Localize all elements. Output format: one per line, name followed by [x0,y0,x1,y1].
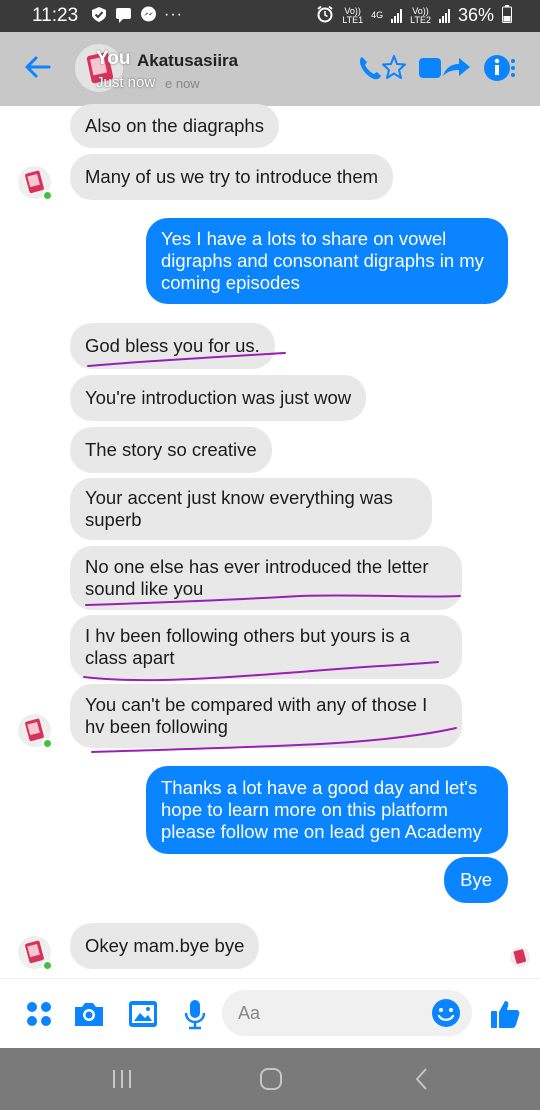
message-text: Thanks a lot have a good day and let's h… [161,777,482,842]
share-arrow-icon [443,58,470,76]
back-chevron-icon [415,1068,427,1090]
online-indicator [42,738,53,749]
battery-percent: 36% [457,5,494,25]
more-notifications-icon: ··· [164,5,183,23]
system-navigation-bar [0,1048,540,1110]
conversation-header: Akatusasiira You e now Just now [0,32,540,106]
favorite-button[interactable] [380,52,408,84]
camera-icon [75,1003,103,1026]
status-time: 11:23 [32,5,79,26]
sender-avatar[interactable] [18,714,53,749]
message-text: Yes I have a lots to share on vowel digr… [161,228,484,293]
message-input-placeholder: Aa [238,1003,261,1023]
message-text: No one else has ever introduced the lett… [85,556,429,599]
microphone-icon [184,1000,206,1030]
network-type: 4G [371,10,384,20]
message-bubble[interactable]: Also on the diagraphs [70,104,279,148]
info-icon [484,55,515,81]
camera-button[interactable] [72,997,106,1031]
message-text: Many of us we try to introduce them [85,166,379,187]
shield-check-icon [90,6,107,23]
message-text: The story so creative [85,439,257,460]
message-bubble[interactable]: Many of us we try to introduce them [70,154,394,200]
grid-dots-icon [27,1002,51,1026]
message-icon [115,6,132,23]
message-bubble[interactable]: No one else has ever introduced the lett… [70,546,462,610]
message-bubble[interactable]: Your accent just know everything was sup… [70,478,432,540]
message-text: You're introduction was just wow [85,387,352,408]
message-bubble-outgoing[interactable]: Yes I have a lots to share on vowel digr… [146,218,508,304]
thumbs-up-icon [491,1001,520,1028]
info-button[interactable] [482,52,518,84]
sim1-label: LTE1 [342,14,364,25]
message-bubble[interactable]: God bless you for us. [70,323,275,369]
message-text: Bye [460,869,492,890]
message-composer: Aa [0,978,540,1048]
sender-avatar[interactable] [18,166,53,201]
message-bubble[interactable]: Okey mam.bye bye [70,923,260,969]
notification-icons: ··· [90,6,182,23]
back-arrow-icon [25,56,51,78]
voice-record-button[interactable] [178,997,212,1031]
battery-icon [502,5,512,26]
more-apps-button[interactable] [22,997,56,1031]
message-bubble[interactable]: You're introduction was just wow [70,375,367,421]
message-text: Okey mam.bye bye [85,935,245,956]
recent-apps-button[interactable] [107,1066,137,1092]
online-indicator [42,960,53,971]
message-bubble[interactable]: You can't be compared with any of those … [70,684,462,748]
message-bubble-outgoing[interactable]: Thanks a lot have a good day and let's h… [146,766,508,854]
signal-bars-2-icon [438,8,450,23]
back-button[interactable] [20,50,54,84]
emoji-icon [432,999,460,1027]
status-bar: 11:23 ··· Vo)) LTE1 4G Vo)) LTE2 36% [0,0,540,32]
contact-name[interactable]: Akatusasiira [137,51,238,71]
sim1-indicator: Vo)) LTE1 [342,6,364,25]
message-bubble-outgoing[interactable]: Bye [444,857,508,903]
online-indicator [42,190,53,201]
active-status-text: e now [165,76,200,91]
back-nav-button[interactable] [407,1066,437,1092]
seen-receipt-avatar [510,947,530,967]
image-icon [129,1001,157,1027]
emoji-button[interactable] [430,997,462,1029]
message-input[interactable]: Aa [222,990,472,1036]
forward-button[interactable] [440,52,472,84]
signal-bars-icon [391,8,403,23]
message-text: Your accent just know everything was sup… [85,487,393,530]
message-text: I hv been following others but yours is … [85,625,410,668]
home-button[interactable] [256,1066,286,1092]
sim2-label: LTE2 [410,14,431,25]
sender-avatar[interactable] [18,936,53,971]
message-text: Also on the diagraphs [85,115,264,136]
gallery-button[interactable] [126,997,160,1031]
like-button[interactable] [488,997,522,1031]
status-right: Vo)) LTE1 4G Vo)) LTE2 36% [316,5,512,26]
alarm-icon [316,5,334,26]
recent-apps-icon [113,1070,131,1088]
sticker-text-you: You [96,48,131,69]
star-icon [382,55,406,79]
message-text: God bless you for us. [85,335,260,356]
home-icon [260,1068,282,1090]
message-bubble[interactable]: The story so creative [70,427,272,473]
message-text: You can't be compared with any of those … [85,694,428,737]
sticker-text-just-now: Just now [96,74,156,91]
message-bubble[interactable]: I hv been following others but yours is … [70,615,462,679]
messenger-icon [140,6,157,23]
sim2-indicator: Vo)) LTE2 [410,6,431,25]
